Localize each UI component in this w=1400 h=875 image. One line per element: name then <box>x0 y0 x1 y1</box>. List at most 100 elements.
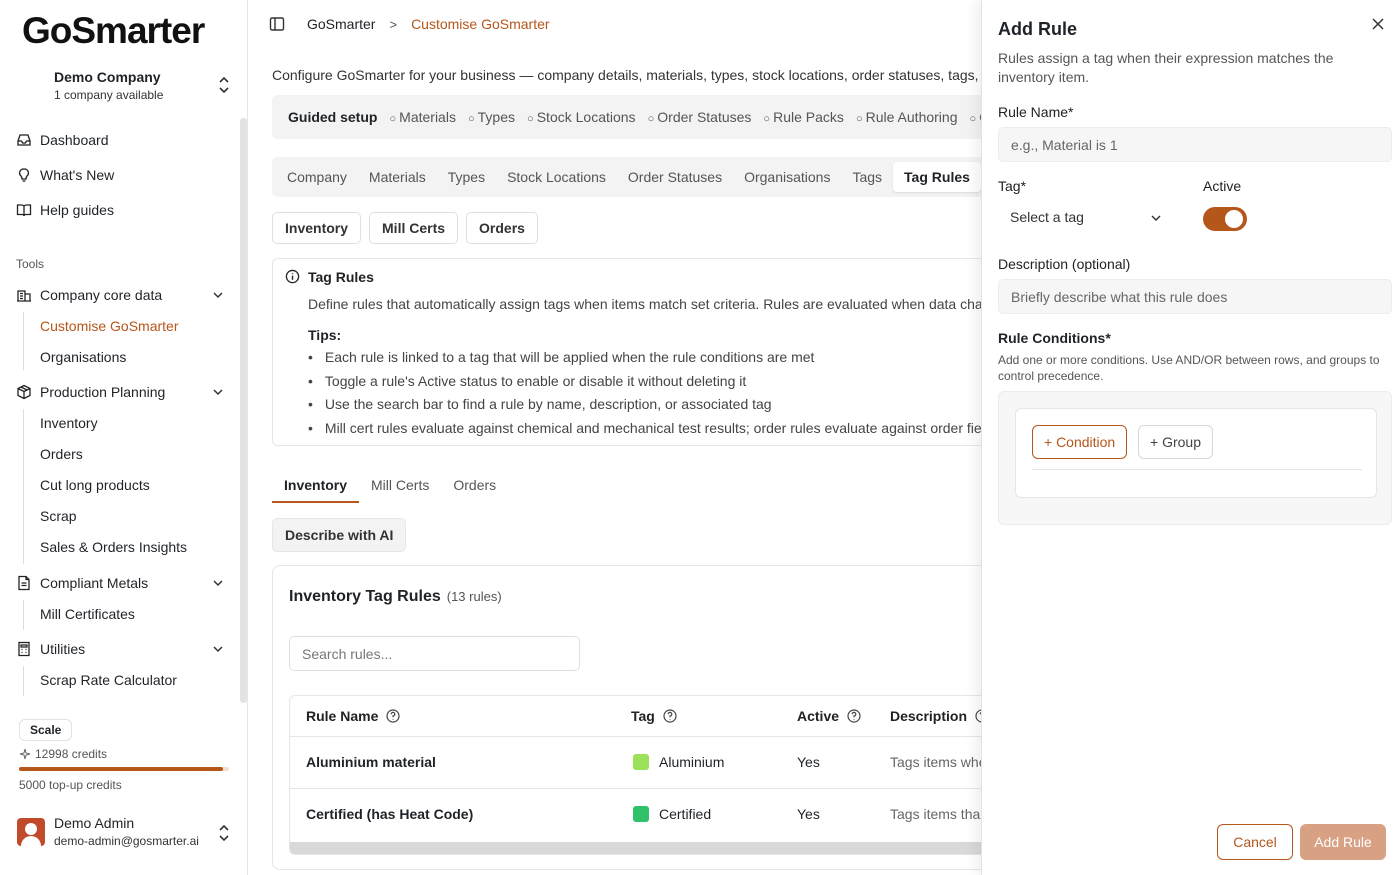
describe-with-ai-button[interactable]: Describe with AI <box>272 518 407 552</box>
guided-step[interactable]: Types <box>468 109 515 125</box>
breadcrumb-root[interactable]: GoSmarter <box>307 16 375 32</box>
topup-credits: 5000 top-up credits <box>19 778 122 792</box>
nav-dashboard[interactable]: Dashboard <box>16 129 109 151</box>
tag-cell: Certified <box>633 788 711 840</box>
column-header-label: Description <box>890 708 968 724</box>
condition-divider <box>1032 469 1362 470</box>
tab-tags[interactable]: Tags <box>841 162 893 192</box>
gosmarter-logo[interactable]: GoSmarter <box>22 10 205 52</box>
guided-step[interactable]: Materials <box>389 109 456 125</box>
column-header-rule-name[interactable]: Rule Name <box>306 696 400 736</box>
plan-badge: Scale <box>19 719 73 741</box>
tab-materials[interactable]: Materials <box>358 162 437 192</box>
group-company-core-data[interactable]: Company core data <box>16 284 226 306</box>
column-header-tag[interactable]: Tag <box>631 696 677 736</box>
tip-item: Each rule is linked to a tag that will b… <box>308 349 981 373</box>
tab-mill-certs[interactable]: Mill Certs <box>369 212 459 244</box>
nav-whats-new[interactable]: What's New <box>16 164 114 186</box>
column-header-description[interactable]: Description <box>890 696 981 736</box>
calculator-icon <box>18 641 30 657</box>
tab-orders[interactable]: Orders <box>466 212 538 244</box>
tag-color-swatch <box>633 806 649 822</box>
tag-label: Tag* <box>998 178 1027 194</box>
nav-inventory[interactable]: Inventory <box>40 415 98 431</box>
guided-step[interactable]: Order Statuses <box>648 109 751 125</box>
file-text-icon <box>18 575 30 591</box>
guided-step[interactable]: O <box>969 109 981 125</box>
tab-inventory[interactable]: Inventory <box>272 212 362 244</box>
guided-step[interactable]: Rule Packs <box>763 109 844 125</box>
user-email: demo-admin@gosmarter.ai <box>54 834 199 848</box>
rules-card-title-text: Inventory Tag Rules <box>289 588 441 605</box>
toggle-knob <box>1225 210 1243 228</box>
group-compliant-label: Compliant Metals <box>40 575 149 591</box>
nav-organisations[interactable]: Organisations <box>40 349 126 365</box>
search-rules-input[interactable] <box>289 636 580 671</box>
tip-item: Mill cert rules evaluate against chemica… <box>308 420 981 444</box>
breadcrumb: GoSmarter > Customise GoSmarter <box>269 16 550 32</box>
group-compliant-metals[interactable]: Compliant Metals <box>16 572 226 594</box>
nav-sales-orders-insights[interactable]: Sales & Orders Insights <box>40 539 187 555</box>
tab-tag-rules[interactable]: Tag Rules <box>893 162 981 192</box>
rules-card-title: Inventory Tag Rules (13 rules) <box>289 588 502 606</box>
table-horizontal-scrollbar[interactable] <box>290 842 981 854</box>
chevrons-up-down-icon <box>219 76 229 94</box>
company-switcher[interactable]: Demo Company 1 company available <box>0 68 248 104</box>
credit-progress-fill <box>19 767 223 771</box>
nav-mill-certificates[interactable]: Mill Certificates <box>40 606 135 622</box>
tips-label: Tips: <box>308 327 342 343</box>
tab-order-statuses[interactable]: Order Statuses <box>617 162 733 192</box>
tab-stock-locations[interactable]: Stock Locations <box>496 162 617 192</box>
guided-step[interactable]: Rule Authoring <box>856 109 958 125</box>
help-circle-icon[interactable] <box>386 709 400 723</box>
add-rule-button[interactable]: Add Rule <box>1300 824 1386 860</box>
add-group-button[interactable]: + Group <box>1138 425 1213 459</box>
cancel-button[interactable]: Cancel <box>1217 824 1293 860</box>
nav-customise-gosmarter[interactable]: Customise GoSmarter <box>40 318 178 334</box>
description-input[interactable] <box>998 279 1392 314</box>
tab-company[interactable]: Company <box>276 162 358 192</box>
avatar <box>17 818 45 846</box>
guided-setup-title: Guided setup <box>288 109 378 125</box>
logo-text: GoSmarter <box>22 10 205 51</box>
tab-organisations[interactable]: Organisations <box>733 162 841 192</box>
info-title: Tag Rules <box>308 269 374 285</box>
add-condition-button[interactable]: + Condition <box>1032 425 1128 459</box>
active-cell: Yes <box>797 754 820 770</box>
panel-left-icon[interactable] <box>269 16 285 32</box>
column-header-active[interactable]: Active <box>797 696 861 736</box>
rule-name-cell: Certified (has Heat Code) <box>306 806 474 822</box>
nav-orders[interactable]: Orders <box>40 446 83 462</box>
active-toggle[interactable] <box>1203 207 1247 231</box>
tab-inventory-rules[interactable]: Inventory <box>272 474 360 503</box>
info-icon <box>285 269 300 284</box>
info-description: Define rules that automatically assign t… <box>308 296 981 312</box>
chevron-down-icon <box>1151 215 1161 222</box>
tab-mill-cert-rules[interactable]: Mill Certs <box>359 474 441 503</box>
tab-types[interactable]: Types <box>437 162 496 192</box>
credit-progress-bar <box>19 767 229 771</box>
help-circle-icon[interactable] <box>847 709 861 723</box>
group-utilities[interactable]: Utilities <box>16 638 226 660</box>
sidebar: GoSmarter Demo Company 1 company availab… <box>0 0 248 875</box>
nav-help-guides[interactable]: Help guides <box>16 199 114 221</box>
guided-step[interactable]: Stock Locations <box>527 109 636 125</box>
chevron-down-icon <box>213 389 223 396</box>
nav-cut-long-products[interactable]: Cut long products <box>40 477 150 493</box>
rule-name-input[interactable] <box>998 127 1392 162</box>
close-icon[interactable] <box>1371 17 1385 31</box>
rule-type-tabs: Inventory Mill Certs Orders <box>272 212 538 244</box>
sidebar-scrollbar[interactable] <box>240 118 247 703</box>
tag-select[interactable]: Select a tag <box>998 199 1178 235</box>
nav-scrap-rate-calculator[interactable]: Scrap Rate Calculator <box>40 672 177 688</box>
user-menu[interactable]: Demo Admin demo-admin@gosmarter.ai <box>0 812 248 852</box>
nav-scrap[interactable]: Scrap <box>40 508 77 524</box>
tree-line <box>23 600 24 630</box>
group-production-planning[interactable]: Production Planning <box>16 381 226 403</box>
tab-order-rules[interactable]: Orders <box>441 474 508 503</box>
rule-conditions-hint: Add one or more conditions. Use AND/OR b… <box>998 353 1380 383</box>
rules-count: (13 rules) <box>446 589 502 604</box>
rule-conditions-label: Rule Conditions* <box>998 330 1111 346</box>
tips-list: Each rule is linked to a tag that will b… <box>308 349 981 443</box>
help-circle-icon[interactable] <box>663 709 677 723</box>
